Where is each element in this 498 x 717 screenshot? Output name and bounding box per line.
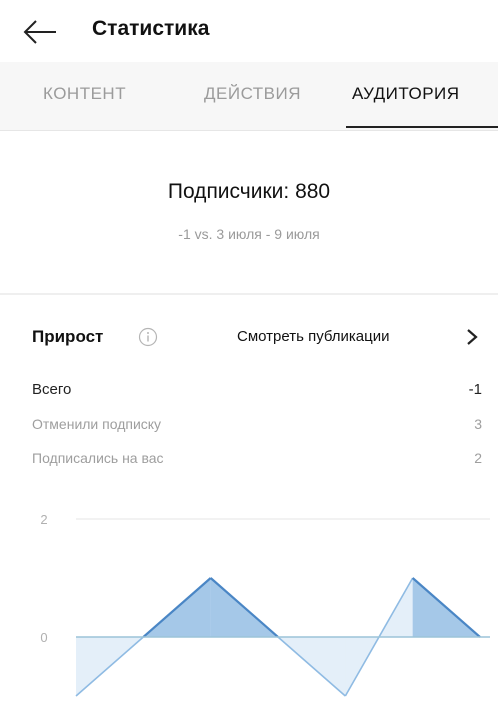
page-title: Статистика	[92, 17, 210, 40]
total-label: Всего	[32, 381, 72, 398]
chevron-right-icon[interactable]	[464, 327, 480, 347]
arrow-left-icon[interactable]	[22, 16, 58, 48]
y-tick-label: 2	[40, 512, 47, 527]
header-bar: Статистика	[0, 0, 498, 62]
info-icon[interactable]	[138, 327, 158, 347]
unfollowed-label: Отменили подписку	[32, 416, 162, 432]
growth-title: Прирост	[32, 327, 104, 346]
unfollowed-value: 3	[474, 416, 482, 432]
section-divider	[0, 293, 498, 295]
total-value: -1	[468, 381, 482, 398]
tab-actions[interactable]: ДЕЙСТВИЯ	[204, 84, 301, 104]
tab-bar: КОНТЕНТ ДЕЙСТВИЯ АУДИТОРИЯ	[0, 62, 498, 131]
see-posts-link[interactable]: Смотреть публикации	[237, 328, 390, 345]
active-tab-indicator	[346, 126, 498, 128]
y-tick-label: 0	[40, 630, 47, 645]
growth-chart: 20	[40, 512, 490, 697]
followers-count: Подписчики: 880	[167, 180, 331, 203]
tab-content[interactable]: КОНТЕНТ	[43, 84, 126, 104]
tab-audience[interactable]: АУДИТОРИЯ	[352, 84, 460, 104]
followed-label: Подписались на вас	[32, 450, 164, 466]
followed-value: 2	[474, 450, 482, 466]
followers-comparison: -1 vs. 3 июля - 9 июля	[178, 226, 320, 242]
